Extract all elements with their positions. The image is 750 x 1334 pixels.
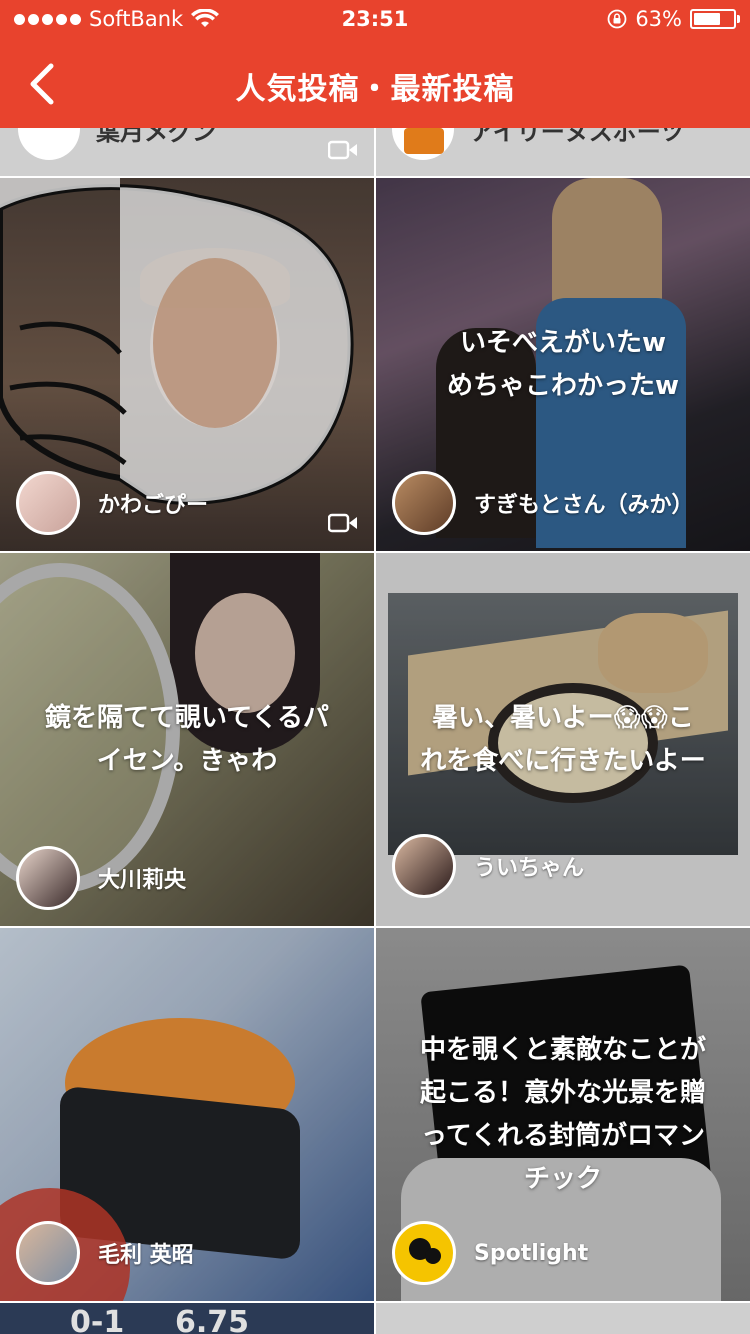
post-card[interactable]: かわごぴー — [0, 178, 374, 551]
author-name: 毛利 英昭 — [98, 1243, 194, 1268]
post-card[interactable]: いそべえがいたw めちゃこわかったw すぎもとさん（みか） — [376, 178, 750, 551]
post-card[interactable]: 毛利 英昭 — [0, 928, 374, 1301]
post-card[interactable]: 中を覗くと素敵なことが 起こる！意外な光景を贈 ってくれる封筒がロマン チック … — [376, 928, 750, 1301]
post-author[interactable]: 大川莉央 — [16, 846, 186, 910]
post-card[interactable]: アイリーヌスポーツ — [376, 128, 750, 176]
author-name: すぎもとさん（みか） — [474, 493, 694, 518]
page-title: 人気投稿・最新投稿 — [235, 72, 515, 107]
status-bar: SoftBank 23:51 63% — [0, 0, 750, 40]
post-author[interactable]: 毛利 英昭 — [16, 1221, 194, 1285]
scoreboard-text: 0-1 — [70, 1305, 125, 1334]
post-author[interactable]: ういちゃん — [392, 834, 584, 898]
video-icon — [328, 140, 357, 160]
avatar — [16, 471, 80, 535]
battery-percent: 63% — [635, 7, 682, 31]
rotation-lock-icon — [607, 9, 627, 29]
post-author[interactable]: Spotlight — [392, 1221, 588, 1285]
avatar — [16, 846, 80, 910]
author-name: ういちゃん — [474, 856, 585, 881]
author-name: 葉月メグン — [96, 128, 216, 146]
author-name: アイリーヌスポーツ — [470, 128, 685, 146]
post-card[interactable] — [376, 1303, 750, 1334]
author-name: 大川莉央 — [98, 868, 187, 893]
video-icon — [328, 513, 357, 533]
post-author[interactable]: すぎもとさん（みか） — [392, 471, 694, 535]
post-card[interactable]: 暑い、暑いよー😱😱こ れを食べに行きたいよー ういちゃん — [376, 553, 750, 926]
spotlight-logo-icon — [392, 1221, 456, 1285]
battery-icon — [690, 9, 740, 29]
post-card[interactable]: 葉月メグン — [0, 128, 374, 176]
scoreboard-text: 6.75 — [175, 1305, 250, 1334]
top-bar: SoftBank 23:51 63% 人気投稿・最新投稿 — [0, 0, 750, 128]
avatar — [392, 471, 456, 535]
avatar — [18, 128, 80, 160]
avatar — [392, 834, 456, 898]
post-card[interactable]: 鏡を隔てて覗いてくるパ イセン。きゃわ 大川莉央 — [0, 553, 374, 926]
post-author[interactable]: かわごぴー — [16, 471, 208, 535]
author-name: Spotlight — [474, 1240, 589, 1266]
post-feed[interactable]: 葉月メグン アイリーヌスポーツ かわごぴー いそべえがいたw めちゃこわかったw… — [0, 128, 750, 1334]
nav-bar: 人気投稿・最新投稿 — [0, 40, 750, 128]
avatar — [392, 128, 454, 160]
post-card[interactable]: 0-1 6.75 — [0, 1303, 374, 1334]
author-name: かわごぴー — [98, 493, 209, 518]
avatar — [16, 1221, 80, 1285]
